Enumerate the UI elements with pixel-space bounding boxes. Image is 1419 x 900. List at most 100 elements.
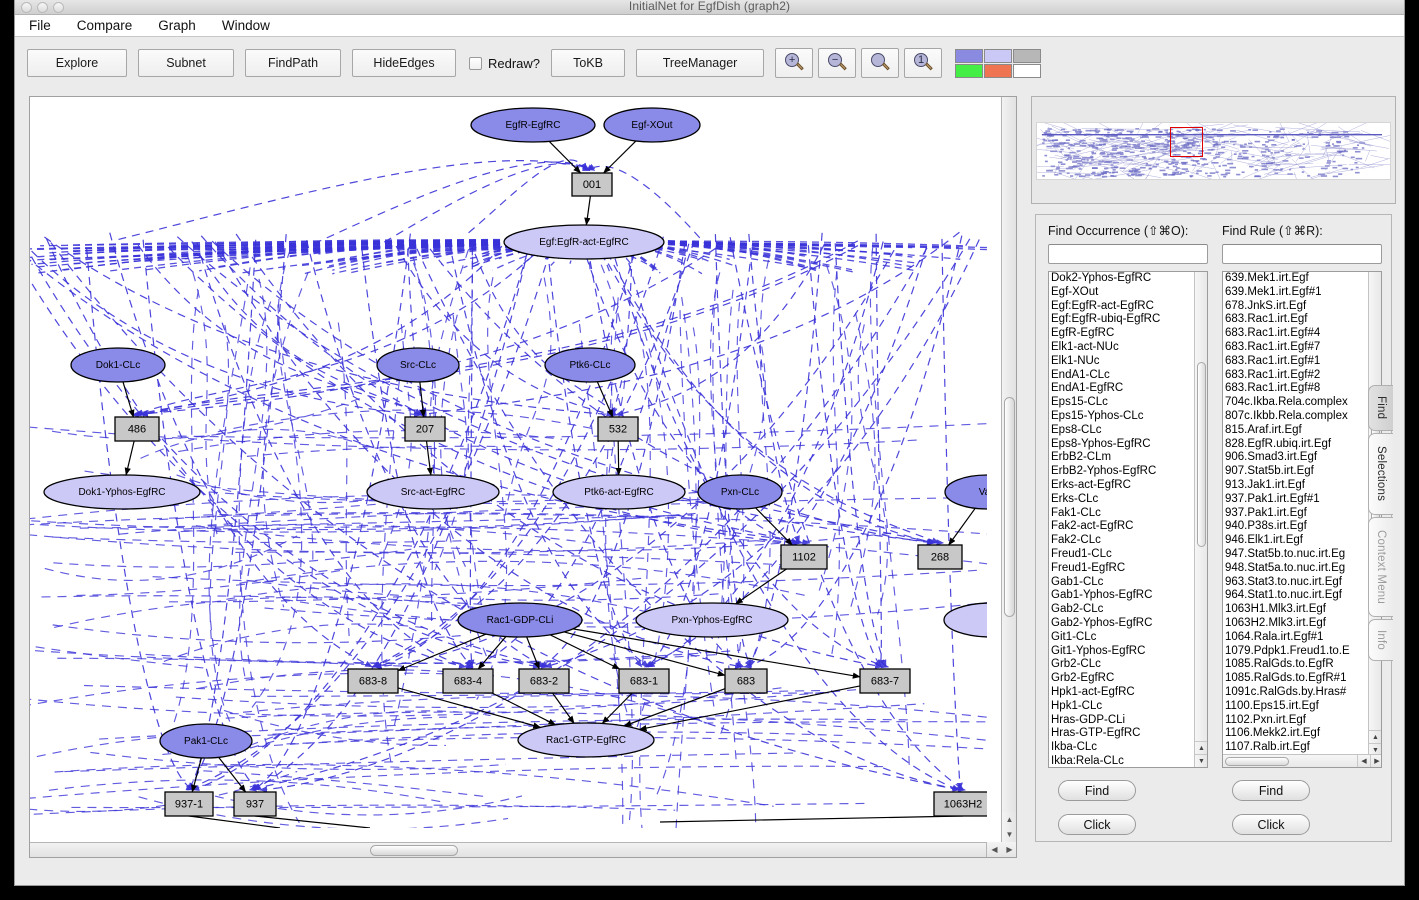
graph-node-rule[interactable]: 683-7	[859, 668, 911, 694]
graph-node-rule[interactable]: 532	[597, 416, 639, 442]
minimap-viewport-rect[interactable]	[1170, 127, 1203, 157]
swatch-periwinkle[interactable]	[955, 48, 984, 63]
rule-scroll-up-icon[interactable]: ▲	[1369, 730, 1381, 743]
list-item[interactable]: 1079.Pdpk1.Freud1.to.E	[1225, 645, 1370, 659]
list-item[interactable]: Dok2-Yphos-EgfRC	[1051, 272, 1196, 286]
list-item[interactable]: 1107.Ralb.irt.Egf	[1225, 741, 1370, 755]
side-tab-strip[interactable]: Find Selections Context Menu Info	[1368, 385, 1394, 675]
tab-context-menu[interactable]: Context Menu	[1368, 517, 1393, 617]
list-item[interactable]: EndA1-CLc	[1051, 369, 1196, 383]
graph-node-rule[interactable]: 683-1	[618, 668, 670, 694]
findpath-button[interactable]: FindPath	[245, 49, 341, 77]
list-item[interactable]: 1063H2.Mlk3.irt.Egf	[1225, 617, 1370, 631]
treemanager-button[interactable]: TreeManager	[636, 49, 765, 77]
graph-node-molecule[interactable]: Vav	[944, 474, 987, 510]
rule-find-button[interactable]: Find	[1232, 780, 1310, 801]
swatch-orange[interactable]	[984, 63, 1013, 78]
graph-node-molecule[interactable]: Ptk6-act-EgfRC	[552, 474, 686, 510]
rule-click-button[interactable]: Click	[1232, 814, 1310, 835]
find-occurrence-input[interactable]	[1048, 244, 1208, 264]
list-item[interactable]: 639.Mek1.irt.Egf	[1225, 272, 1370, 286]
graph-view[interactable]: EgfR-EgfRC Egf-XOut Egf:EgfR-act-EgfRC Dok1…	[29, 96, 1017, 858]
minimap-overview[interactable]	[1031, 96, 1396, 204]
graph-node-rule[interactable]: 683-8	[347, 668, 399, 694]
list-item[interactable]: Gab1-Yphos-EgfRC	[1051, 589, 1196, 603]
list-item[interactable]: Git1-Yphos-EgfRC	[1051, 645, 1196, 659]
occurrence-scroll-down-icon[interactable]: ▼	[1195, 754, 1207, 767]
list-item[interactable]: 1100.Eps15.irt.Egf	[1225, 700, 1370, 714]
list-item[interactable]: Ikba:Rela-CLc	[1051, 755, 1196, 767]
graph-node-rule[interactable]: 207	[404, 416, 446, 442]
rule-hscroll-thumb[interactable]	[1225, 757, 1289, 766]
menu-compare[interactable]: Compare	[77, 18, 133, 33]
menu-file[interactable]: File	[29, 18, 51, 33]
list-item[interactable]: Egf:EgfR-ubiq-EgfRC	[1051, 313, 1196, 327]
list-item[interactable]: 963.Stat3.to.nuc.irt.Egf	[1225, 576, 1370, 590]
list-item[interactable]: 1102.Pxn.irt.Egf	[1225, 714, 1370, 728]
list-item[interactable]: 683.Rac1.irt.Egf	[1225, 313, 1370, 327]
menu-graph[interactable]: Graph	[158, 18, 196, 33]
minimap-canvas[interactable]	[1036, 122, 1391, 180]
occurrence-scroll-thumb[interactable]	[1197, 362, 1206, 547]
graph-node-molecule[interactable]: Src-act-EgfRC	[366, 474, 500, 510]
graph-node-rule[interactable]: 1063H2	[933, 791, 987, 817]
occurrence-scroll-up-icon[interactable]: ▲	[1195, 741, 1207, 754]
list-item[interactable]: Fak2-act-EgfRC	[1051, 520, 1196, 534]
rule-list-hscrollbar[interactable]: ◀ ▶	[1223, 754, 1381, 767]
list-item[interactable]: Ikba-CLc	[1051, 741, 1196, 755]
list-item[interactable]: 937.Pak1.irt.Egf#1	[1225, 493, 1370, 507]
graph-node-molecule[interactable]: Dok1-CLc	[70, 347, 166, 383]
graph-node-rule[interactable]: 001	[571, 172, 613, 197]
graph-node-rule[interactable]: 937-1	[164, 791, 214, 817]
occurrence-click-button[interactable]: Click	[1058, 814, 1136, 835]
list-item[interactable]: 683.Rac1.irt.Egf#7	[1225, 341, 1370, 355]
list-item[interactable]: 1064.Rala.irt.Egf#1	[1225, 631, 1370, 645]
list-item[interactable]: Git1-CLc	[1051, 631, 1196, 645]
redraw-checkbox-group[interactable]: Redraw?	[469, 56, 540, 71]
graph-vscroll-buttons[interactable]: ▲ ▼	[1001, 812, 1016, 842]
graph-node-molecule[interactable]: Ptk6-CLc	[544, 347, 636, 383]
list-item[interactable]: 947.Stat5b.to.nuc.irt.Eg	[1225, 548, 1370, 562]
list-item[interactable]: Grb2-CLc	[1051, 658, 1196, 672]
list-item[interactable]: 683.Rac1.irt.Egf#1	[1225, 355, 1370, 369]
list-item[interactable]: 704c.Ikba.Rela.complex	[1225, 396, 1370, 410]
scroll-down-icon[interactable]: ▼	[1002, 827, 1016, 842]
graph-hscroll-thumb[interactable]	[370, 845, 458, 856]
list-item[interactable]: 683.Rac1.irt.Egf#2	[1225, 369, 1370, 383]
list-item[interactable]: Elk1-act-NUc	[1051, 341, 1196, 355]
scroll-left-icon[interactable]: ◀	[987, 842, 1002, 857]
occurrence-list-scrollbar[interactable]: ▲ ▼	[1194, 272, 1207, 767]
graph-node-molecule[interactable]: Egf:EgfR-act-EgfRC	[503, 224, 665, 260]
list-item[interactable]: 639.Mek1.irt.Egf#1	[1225, 286, 1370, 300]
list-item[interactable]: 946.Elk1.irt.Egf	[1225, 534, 1370, 548]
list-item[interactable]: Eps8-CLc	[1051, 424, 1196, 438]
graph-nodes[interactable]: EgfR-EgfRC Egf-XOut Egf:EgfR-act-EgfRC Dok1…	[43, 107, 987, 817]
list-item[interactable]: 940.P38s.irt.Egf	[1225, 520, 1370, 534]
menu-window[interactable]: Window	[222, 18, 270, 33]
swatch-white[interactable]	[1013, 63, 1042, 78]
graph-node-molecule[interactable]: Egf-XOut	[603, 107, 701, 143]
list-item[interactable]: Fak2-CLc	[1051, 534, 1196, 548]
list-item[interactable]: Freud1-EgfRC	[1051, 562, 1196, 576]
find-rule-input[interactable]	[1222, 244, 1382, 264]
occurrence-find-button[interactable]: Find	[1058, 780, 1136, 801]
list-item[interactable]: Fak1-CLc	[1051, 507, 1196, 521]
zoom-in-button[interactable]: +	[775, 48, 814, 78]
list-item[interactable]: 1063H1.Mlk3.irt.Egf	[1225, 603, 1370, 617]
list-item[interactable]: Elk1-NUc	[1051, 355, 1196, 369]
list-item[interactable]: Gab2-CLc	[1051, 603, 1196, 617]
graph-node-molecule[interactable]: Pxn-Yphos-EgfRC	[635, 602, 789, 638]
swatch-green[interactable]	[955, 63, 984, 78]
list-item[interactable]: 1091c.RalGds.by.Hras#	[1225, 686, 1370, 700]
list-item[interactable]: Eps8-Yphos-EgfRC	[1051, 438, 1196, 452]
graph-node-molecule[interactable]: Rac1-GTP-EgfRC	[517, 722, 655, 758]
subnet-button[interactable]: Subnet	[138, 49, 234, 77]
list-item[interactable]: 1085.RalGds.to.EgfR#1	[1225, 672, 1370, 686]
list-item[interactable]: ErbB2-Yphos-EgfRC	[1051, 465, 1196, 479]
graph-node-rule[interactable]: 486	[114, 416, 160, 442]
list-item[interactable]: Erks-act-EgfRC	[1051, 479, 1196, 493]
list-item[interactable]: 964.Stat1.to.nuc.irt.Egf	[1225, 589, 1370, 603]
color-swatch-palette[interactable]	[955, 48, 1042, 78]
rule-scroll-left-icon[interactable]: ◀	[1357, 755, 1370, 767]
tab-info[interactable]: Info	[1368, 619, 1393, 661]
